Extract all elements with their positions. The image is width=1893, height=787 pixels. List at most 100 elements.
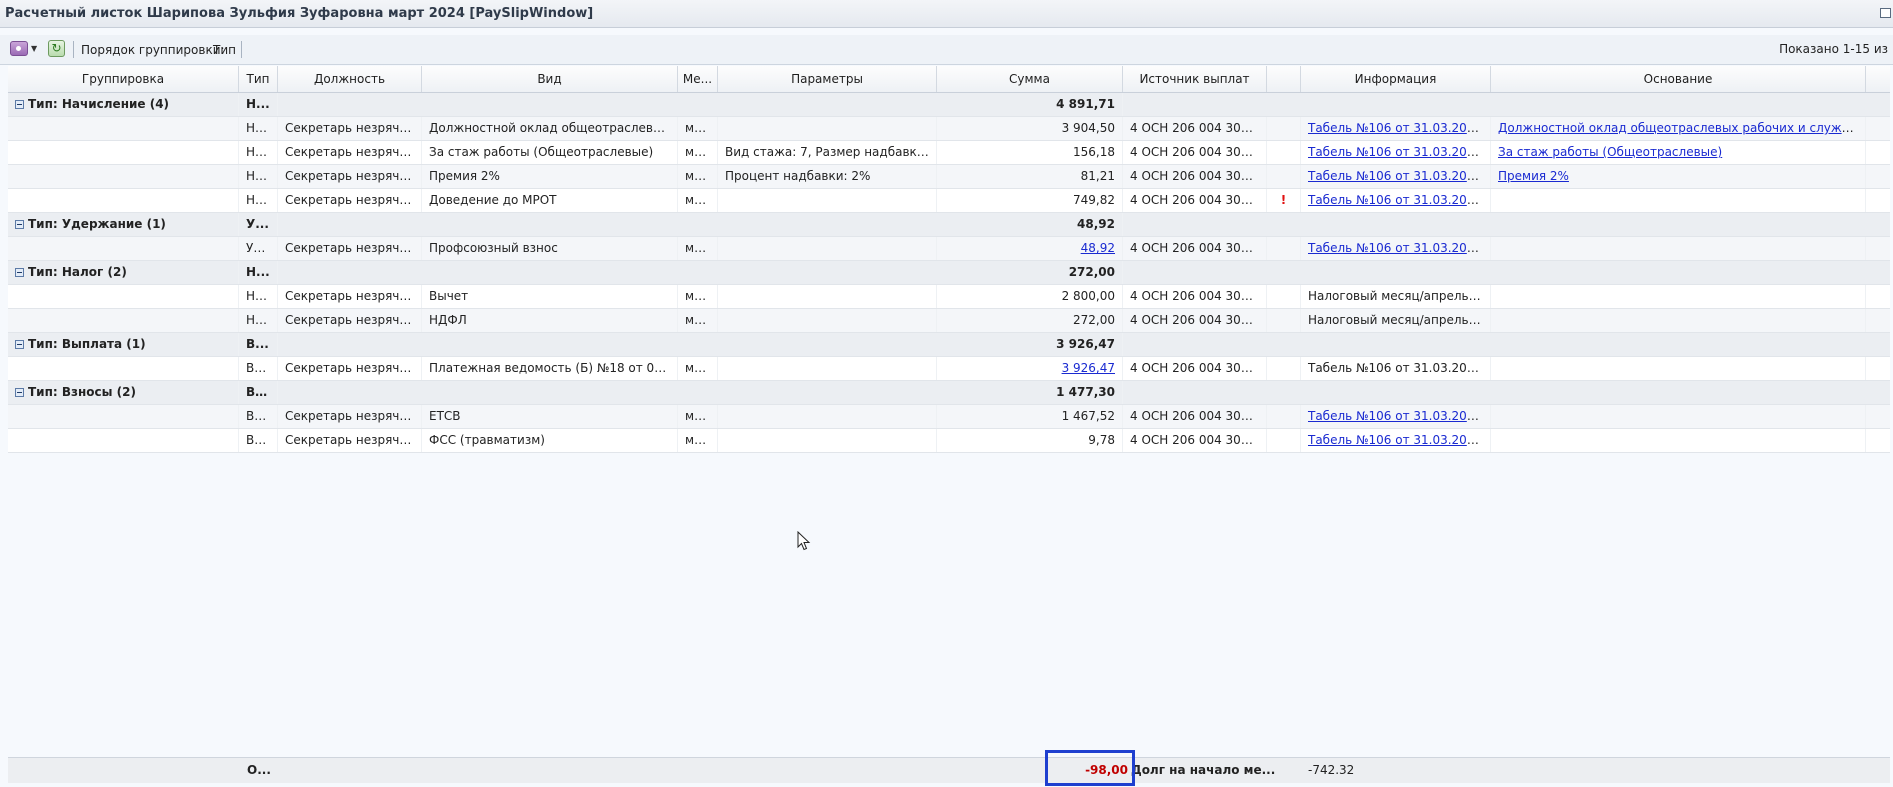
cell-info-link[interactable]: Табель №106 от 31.03.2024 (... (1308, 145, 1490, 159)
cell-basis (1491, 405, 1866, 428)
cell-grouping (8, 405, 239, 428)
table-row[interactable]: На... Секретарь незрячего... Доведение до … (8, 189, 1890, 213)
cell-basis[interactable]: За стаж работы (Общеотраслевые) (1491, 141, 1866, 164)
cell-info[interactable]: Табель №106 от 31.03.2024 (... (1301, 165, 1491, 188)
header-col-grouping[interactable]: Группировка (8, 66, 239, 92)
table-row[interactable]: На... Секретарь незрячего... Премия 2% ма..… (8, 165, 1890, 189)
cell-position: Секретарь незрячего... (278, 117, 422, 140)
refresh-icon[interactable]: ↻ (48, 40, 65, 57)
table-row[interactable]: Вз... Секретарь незрячего... ФСС (травмати… (8, 429, 1890, 453)
cell-kind: Премия 2% (422, 165, 678, 188)
chevron-down-icon[interactable]: ▼ (31, 44, 37, 53)
header-col-info[interactable]: Информация (1301, 66, 1491, 92)
cell-sum-link[interactable]: 3 926,47 (1062, 361, 1115, 375)
group-label[interactable]: Тип: Начисление (4) (8, 93, 239, 116)
cell-flag (1267, 165, 1301, 188)
cell-info[interactable]: Табель №106 от 31.03.2024 (... (1301, 237, 1491, 260)
table-row[interactable]: На... Секретарь незрячего... НДФЛ ма... 272,… (8, 309, 1890, 333)
group-label[interactable]: Тип: Налог (2) (8, 261, 239, 284)
header-col-kind[interactable]: Вид (422, 66, 678, 92)
payslip-grid: Группировка Тип Должность Вид Ме... Параметры… (8, 66, 1890, 784)
cell-info-link[interactable]: Табель №106 от 31.03.2024 (... (1308, 121, 1490, 135)
cell-info[interactable]: Табель №106 от 31.03.2024 (... (1301, 405, 1491, 428)
header-col-position[interactable]: Должность (278, 66, 422, 92)
group-sum: 272,00 (937, 261, 1123, 284)
cell-source: 4 ОСН 206 004 30211 (1123, 357, 1267, 380)
group-row[interactable]: Тип: Налог (2) Н... 272,00 (8, 261, 1890, 285)
group-label[interactable]: Тип: Взносы (2) (8, 381, 239, 404)
header-col-params[interactable]: Параметры (718, 66, 937, 92)
settings-icon[interactable] (10, 41, 28, 56)
cell-info: Налоговый месяц/апрель(202... (1301, 285, 1491, 308)
cell-basis[interactable]: Премия 2% (1491, 165, 1866, 188)
header-col-source[interactable]: Источник выплат (1123, 66, 1267, 92)
cell-kind: ЕТСВ (422, 405, 678, 428)
toolbar: ▼ ↻ Порядок группировки: Тип Показано 1-… (0, 35, 1893, 65)
cell-measure: ма... (678, 237, 718, 260)
cell-basis[interactable]: Должностной оклад общеотраслевых рабочих… (1491, 117, 1866, 140)
cell-sum: 1 467,52 (937, 405, 1123, 428)
cell-sum: 81,21 (937, 165, 1123, 188)
collapse-icon[interactable] (15, 340, 24, 349)
cell-sum-link[interactable]: 48,92 (1081, 241, 1115, 255)
cell-type: На... (239, 189, 278, 212)
cell-params (718, 429, 937, 452)
group-type: В... (239, 333, 278, 356)
header-col-type[interactable]: Тип (239, 66, 278, 92)
header-col-basis[interactable]: Основание (1491, 66, 1866, 92)
cell-info-link[interactable]: Табель №106 от 31.03.2024 (... (1308, 409, 1490, 423)
footer-type: О... (247, 763, 271, 777)
cell-source: 4 ОСН 206 004 30211 (1123, 309, 1267, 332)
cell-info[interactable]: Табель №106 от 31.03.2024 (... (1301, 189, 1491, 212)
table-row[interactable]: На... Секретарь незрячего... Должностной о… (8, 117, 1890, 141)
group-label[interactable]: Тип: Выплата (1) (8, 333, 239, 356)
collapse-icon[interactable] (15, 220, 24, 229)
collapse-icon[interactable] (15, 268, 24, 277)
group-row[interactable]: Тип: Удержание (1) У... 48,92 (8, 213, 1890, 237)
cell-info[interactable]: Табель №106 от 31.03.2024 (... (1301, 429, 1491, 452)
cell-grouping (8, 189, 239, 212)
table-row[interactable]: Уд... Секретарь незрячего... Профсоюзный в… (8, 237, 1890, 261)
cell-basis-link[interactable]: За стаж работы (Общеотраслевые) (1498, 145, 1722, 159)
cell-info-link[interactable]: Табель №106 от 31.03.2024 (... (1308, 193, 1490, 207)
cell-grouping (8, 141, 239, 164)
cell-info[interactable]: Табель №106 от 31.03.2024 (... (1301, 117, 1491, 140)
cell-basis-link[interactable]: Должностной оклад общеотраслевых рабочих… (1498, 121, 1865, 135)
cell-params (718, 285, 937, 308)
cell-flag (1267, 309, 1301, 332)
group-type: У... (239, 213, 278, 236)
cell-info[interactable]: Табель №106 от 31.03.2024 (... (1301, 141, 1491, 164)
header-col-sum[interactable]: Сумма (937, 66, 1123, 92)
grouping-order-value[interactable]: Тип (213, 43, 236, 57)
group-sum: 4 891,71 (937, 93, 1123, 116)
cell-basis (1491, 357, 1866, 380)
cell-basis-link[interactable]: Премия 2% (1498, 169, 1569, 183)
cell-measure: ма... (678, 141, 718, 164)
table-row[interactable]: На... Секретарь незрячего... За стаж работ… (8, 141, 1890, 165)
cell-info: Налоговый месяц/апрель(202... (1301, 309, 1491, 332)
table-row[interactable]: Вз... Секретарь незрячего... ЕТСВ ма... 1 46… (8, 405, 1890, 429)
header-col-measure[interactable]: Ме... (678, 66, 718, 92)
cell-basis (1491, 285, 1866, 308)
group-label[interactable]: Тип: Удержание (1) (8, 213, 239, 236)
cell-sum: 3 904,50 (937, 117, 1123, 140)
group-row[interactable]: Тип: Начисление (4) Н... 4 891,71 (8, 93, 1890, 117)
warning-icon: ! (1267, 189, 1301, 212)
collapse-icon[interactable] (15, 100, 24, 109)
restore-icon[interactable] (1880, 8, 1891, 18)
total-highlight-box (1045, 750, 1135, 786)
cell-sum[interactable]: 3 926,47 (937, 357, 1123, 380)
collapse-icon[interactable] (15, 388, 24, 397)
table-row[interactable]: Вы... Секретарь незрячего... Платежная вед… (8, 357, 1890, 381)
cell-sum[interactable]: 48,92 (937, 237, 1123, 260)
cell-info-link[interactable]: Табель №106 от 31.03.2024 (... (1308, 169, 1490, 183)
cell-kind: За стаж работы (Общеотраслевые) (422, 141, 678, 164)
cell-info-link[interactable]: Табель №106 от 31.03.2024 (... (1308, 433, 1490, 447)
group-row[interactable]: Тип: Выплата (1) В... 3 926,47 (8, 333, 1890, 357)
table-row[interactable]: На... Секретарь незрячего... Вычет ма... 2 8… (8, 285, 1890, 309)
header-col-flag[interactable] (1267, 66, 1301, 92)
cell-type: Вз... (239, 429, 278, 452)
group-row[interactable]: Тип: Взносы (2) Вз... 1 477,30 (8, 381, 1890, 405)
cell-info-link[interactable]: Табель №106 от 31.03.2024 (... (1308, 241, 1490, 255)
cell-position: Секретарь незрячего... (278, 165, 422, 188)
